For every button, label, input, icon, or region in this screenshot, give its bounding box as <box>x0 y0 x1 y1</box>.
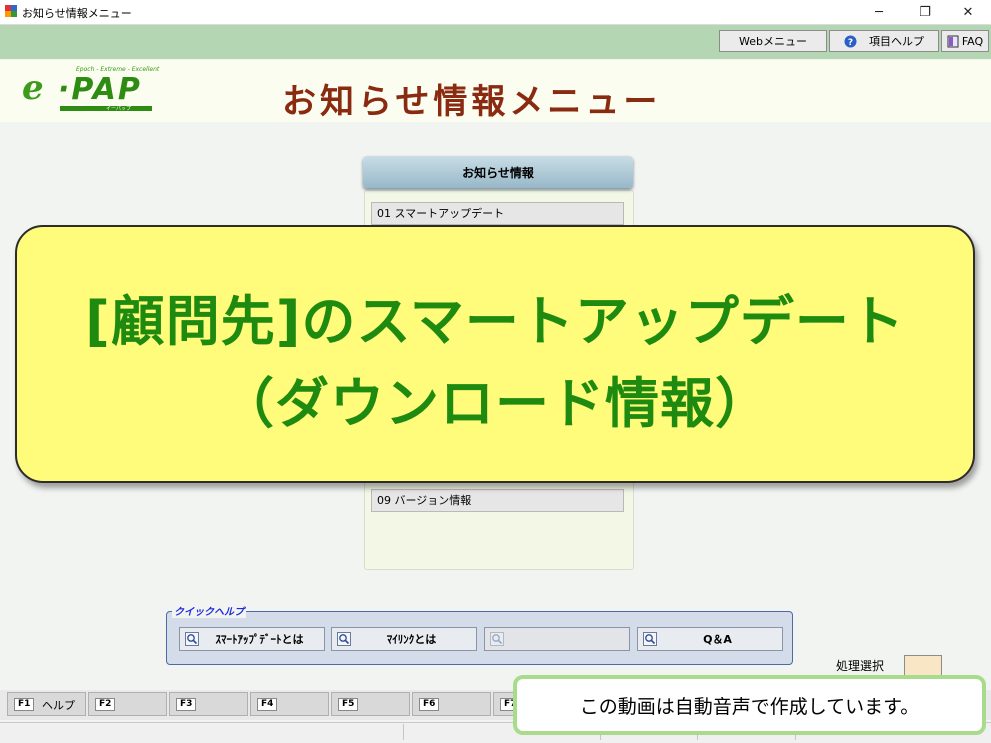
f2-badge: F2 <box>95 698 116 711</box>
page-header: Epoch - Extreme - Excellent e ·PAP イーパップ… <box>0 60 991 122</box>
faq-book-icon <box>947 35 959 47</box>
process-select-label: 処理選択 <box>836 659 885 673</box>
magnifier-icon <box>490 632 504 646</box>
quick-help-legend: クイックヘルプ <box>172 603 246 618</box>
notice-panel-header: お知らせ情報 <box>363 156 633 188</box>
quick-help-qa-label: Q＆A <box>703 633 732 646</box>
help-icon: ? <box>844 35 857 48</box>
f6-key[interactable]: F6 <box>412 692 491 716</box>
logo-brand: ·PAP <box>58 72 142 107</box>
window-title: お知らせ情報メニュー <box>22 7 132 20</box>
faq-label: FAQ <box>961 34 984 48</box>
quick-help-mylink-button[interactable]: ﾏｲﾘﾝｸとは <box>331 627 477 651</box>
f4-key[interactable]: F4 <box>250 692 329 716</box>
f1-badge: F1 <box>14 698 35 711</box>
magnifier-icon <box>643 632 657 646</box>
video-title-banner: [顧問先]のスマートアップデート （ダウンロード情報） <box>15 225 975 483</box>
magnifier-icon <box>337 632 351 646</box>
banner-line-2: （ダウンロード情報） <box>220 372 770 435</box>
logo-e-mark: e <box>22 68 44 108</box>
quick-help-smart-update-button[interactable]: ｽﾏｰﾄｱｯﾌﾟﾃﾞｰﾄとは <box>179 627 325 651</box>
quick-help-smart-update-label: ｽﾏｰﾄｱｯﾌﾟﾃﾞｰﾄとは <box>215 633 304 646</box>
f5-badge: F5 <box>338 698 359 711</box>
restore-button[interactable]: ❐ <box>902 0 948 24</box>
logo-kana: イーパップ <box>106 106 131 112</box>
web-menu-button[interactable]: Webメニュー <box>719 30 827 52</box>
app-icon <box>5 5 17 17</box>
quick-help-mylink-label: ﾏｲﾘﾝｸとは <box>386 633 437 646</box>
close-button[interactable]: ✕ <box>945 0 991 24</box>
f3-badge: F3 <box>176 698 197 711</box>
quick-help-qa-button[interactable]: Q＆A <box>637 627 783 651</box>
item-help-button[interactable]: ? 項目ヘルプ <box>829 30 939 52</box>
f1-help-key[interactable]: F1 ヘルプ <box>7 692 86 716</box>
f2-key[interactable]: F2 <box>88 692 167 716</box>
quick-help-empty-button[interactable] <box>484 627 630 651</box>
video-caption: この動画は自動音声で作成しています。 <box>513 675 986 735</box>
minimize-button[interactable]: ─ <box>856 0 902 24</box>
top-toolbar: Webメニュー ? 項目ヘルプ FAQ <box>0 25 991 59</box>
window-titlebar: お知らせ情報メニュー ─ ❐ ✕ <box>0 0 991 25</box>
magnifier-icon <box>185 632 199 646</box>
menu-item-smart-update[interactable]: 01 スマートアップデート <box>371 202 624 225</box>
faq-button[interactable]: FAQ <box>941 30 989 52</box>
f6-badge: F6 <box>419 698 440 711</box>
f5-key[interactable]: F5 <box>331 692 410 716</box>
menu-item-version-info[interactable]: 09 バージョン情報 <box>371 489 624 512</box>
f4-badge: F4 <box>257 698 278 711</box>
status-separator <box>403 724 404 740</box>
banner-line-1: [顧問先]のスマートアップデート <box>85 290 905 353</box>
page-title: お知らせ情報メニュー <box>282 82 662 122</box>
svg-text:?: ? <box>848 38 853 48</box>
web-menu-label: Webメニュー <box>739 35 807 48</box>
f1-label: ヘルプ <box>42 699 75 712</box>
f3-key[interactable]: F3 <box>169 692 248 716</box>
item-help-label: 項目ヘルプ <box>869 35 924 48</box>
